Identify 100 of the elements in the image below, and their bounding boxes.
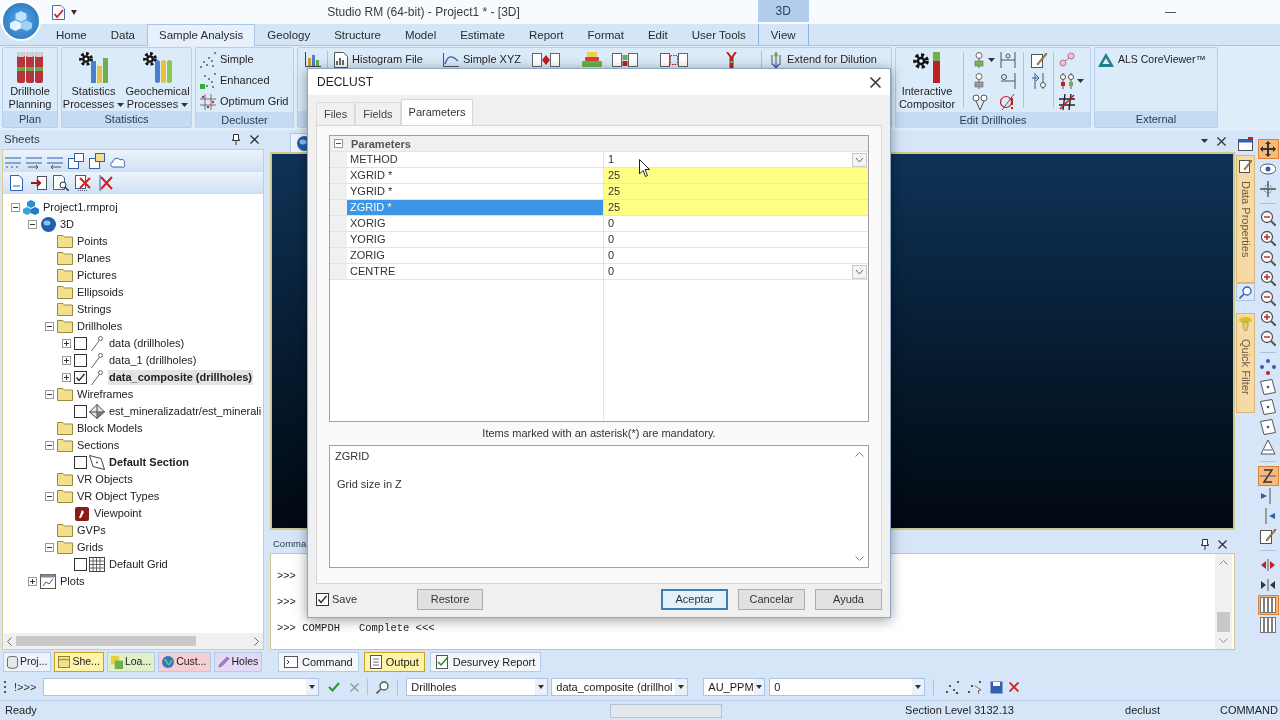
ribbon-tab[interactable]: Report bbox=[516, 24, 576, 46]
tree-item[interactable]: Drillholes bbox=[76, 319, 124, 334]
check-icon[interactable] bbox=[328, 682, 341, 692]
fork-icon[interactable] bbox=[726, 51, 737, 68]
toolbar-button[interactable] bbox=[1257, 179, 1279, 199]
toolbar-button[interactable] bbox=[1257, 139, 1279, 159]
collapse-icon[interactable] bbox=[44, 322, 54, 331]
tree-item[interactable]: est_mineralizadatr/est_minerali bbox=[108, 404, 263, 419]
branch-icon[interactable] bbox=[972, 93, 988, 110]
tree-item[interactable]: Strings bbox=[76, 302, 113, 317]
pin-icon[interactable] bbox=[1201, 539, 1209, 550]
property-value-field[interactable]: 0 bbox=[604, 232, 868, 248]
dialog-tab[interactable]: Fields bbox=[355, 102, 401, 125]
caret-icon[interactable] bbox=[915, 685, 922, 689]
panel-tab[interactable]: Command bbox=[278, 652, 359, 672]
ribbon-tab[interactable]: Data bbox=[98, 24, 147, 46]
toolbar-button[interactable] bbox=[1257, 377, 1279, 397]
dialog-button[interactable]: Cancelar bbox=[738, 588, 805, 610]
checkbox[interactable] bbox=[74, 405, 87, 418]
caret-icon[interactable] bbox=[1201, 139, 1208, 143]
panel-tab[interactable]: Holes bbox=[213, 652, 263, 672]
tree-item[interactable]: Grids bbox=[76, 540, 105, 555]
checkbox[interactable] bbox=[74, 558, 87, 571]
property-value-field[interactable]: 1 bbox=[604, 152, 868, 168]
windows-icon[interactable] bbox=[89, 153, 105, 169]
dots-cursor-icon[interactable] bbox=[968, 680, 983, 694]
property-value-field[interactable]: 25 bbox=[604, 200, 868, 216]
dialog-tab[interactable]: Files bbox=[316, 102, 356, 125]
checkbox[interactable] bbox=[74, 337, 87, 350]
property-value-field[interactable]: 25 bbox=[604, 184, 868, 200]
chevron-up-icon[interactable] bbox=[1219, 560, 1228, 565]
ribbon-button[interactable]: Enhanced bbox=[197, 70, 293, 91]
ribbon-tab[interactable]: Sample Analysis bbox=[147, 24, 256, 46]
drillhole-icon[interactable] bbox=[972, 51, 986, 68]
ribbon-tab[interactable]: Home bbox=[44, 24, 99, 46]
tree-item[interactable]: Project1.rmproj bbox=[42, 200, 119, 215]
documents-icon[interactable] bbox=[532, 52, 560, 67]
property-name[interactable]: YORIG bbox=[347, 232, 604, 248]
save-icon[interactable] bbox=[990, 680, 1004, 694]
ribbon-button[interactable]: Statistics Processes bbox=[62, 48, 125, 111]
checkbox[interactable] bbox=[74, 456, 87, 469]
toolbar-button[interactable] bbox=[1257, 357, 1279, 377]
dialog-button[interactable]: Ayuda bbox=[815, 588, 882, 610]
ribbon-button[interactable]: Drillhole Planning bbox=[4, 48, 56, 111]
delete-icon[interactable] bbox=[97, 175, 113, 191]
stack-icon[interactable] bbox=[582, 52, 602, 67]
warning-drillhole-icon[interactable] bbox=[1000, 93, 1016, 110]
chevron-down-icon[interactable] bbox=[1219, 638, 1228, 643]
caret-icon[interactable] bbox=[538, 685, 545, 689]
panel-tab[interactable]: Output bbox=[363, 652, 425, 672]
tree-item[interactable]: 3D bbox=[59, 217, 76, 232]
horizontal-scrollbar[interactable] bbox=[3, 633, 263, 649]
close-icon[interactable] bbox=[1218, 540, 1227, 549]
nodes-icon[interactable] bbox=[1059, 51, 1075, 68]
swap-icon[interactable] bbox=[1031, 72, 1047, 89]
interval-icon[interactable] bbox=[1000, 72, 1016, 89]
minimize-icon[interactable] bbox=[1165, 11, 1176, 13]
dropdown-field[interactable]: 0 bbox=[769, 678, 926, 696]
caret-icon[interactable] bbox=[71, 9, 77, 15]
property-value-field[interactable]: 0 bbox=[604, 264, 868, 280]
checkbox[interactable] bbox=[74, 354, 87, 367]
ribbon-button[interactable]: Optimum Grid bbox=[197, 91, 293, 112]
toolbar-button[interactable] bbox=[1257, 526, 1279, 546]
windows-icon[interactable] bbox=[68, 153, 84, 169]
collapse-icon[interactable] bbox=[44, 390, 54, 399]
ribbon-tab[interactable]: Edit bbox=[635, 24, 680, 46]
collapse-icon[interactable] bbox=[10, 203, 20, 212]
hash-icon[interactable] bbox=[1059, 93, 1075, 110]
side-tab[interactable]: Data Properties bbox=[1236, 155, 1255, 283]
page-search-icon[interactable] bbox=[53, 175, 69, 191]
close-icon[interactable] bbox=[1217, 136, 1226, 146]
dropdown-field[interactable]: Drillholes bbox=[406, 678, 549, 696]
toolbar-button[interactable] bbox=[1257, 615, 1279, 635]
tree-item[interactable]: Default Grid bbox=[108, 557, 169, 572]
delete-icon[interactable] bbox=[75, 175, 91, 191]
documents-icon[interactable] bbox=[612, 52, 638, 67]
expand-icon[interactable] bbox=[61, 356, 71, 365]
collapse-icon[interactable] bbox=[44, 441, 54, 450]
expand-icon[interactable] bbox=[61, 373, 71, 382]
tree-item[interactable]: GVPs bbox=[76, 523, 107, 538]
dropdown-field[interactable]: data_composite (drillhol bbox=[551, 678, 689, 696]
tree-item[interactable]: data (drillholes) bbox=[108, 336, 186, 351]
panel-tab[interactable]: Loa... bbox=[106, 652, 156, 672]
dialog-button[interactable]: Aceptar bbox=[661, 588, 728, 610]
side-tab[interactable]: Quick Filter bbox=[1236, 313, 1255, 413]
ribbon-button[interactable]: Geochemical Processes bbox=[124, 48, 191, 111]
tree-item[interactable]: data_1 (drillholes) bbox=[108, 353, 198, 368]
pencil-icon[interactable] bbox=[1031, 51, 1047, 68]
search-tab[interactable] bbox=[1236, 283, 1255, 301]
documents-icon[interactable] bbox=[660, 52, 688, 67]
ribbon-button[interactable]: Simple bbox=[197, 49, 293, 70]
toolbar-button[interactable] bbox=[1257, 595, 1279, 615]
chevron-right-icon[interactable] bbox=[254, 636, 259, 646]
tree-item[interactable]: Planes bbox=[76, 251, 112, 266]
panel-tab[interactable]: Desurvey Report bbox=[429, 652, 542, 672]
tree-item[interactable]: Block Models bbox=[76, 421, 144, 436]
caret-icon[interactable] bbox=[755, 685, 762, 689]
ribbon-button[interactable]: Interactive Compositor bbox=[896, 48, 958, 112]
toolbar-button[interactable] bbox=[1257, 437, 1279, 457]
property-name[interactable]: ZORIG bbox=[347, 248, 604, 264]
